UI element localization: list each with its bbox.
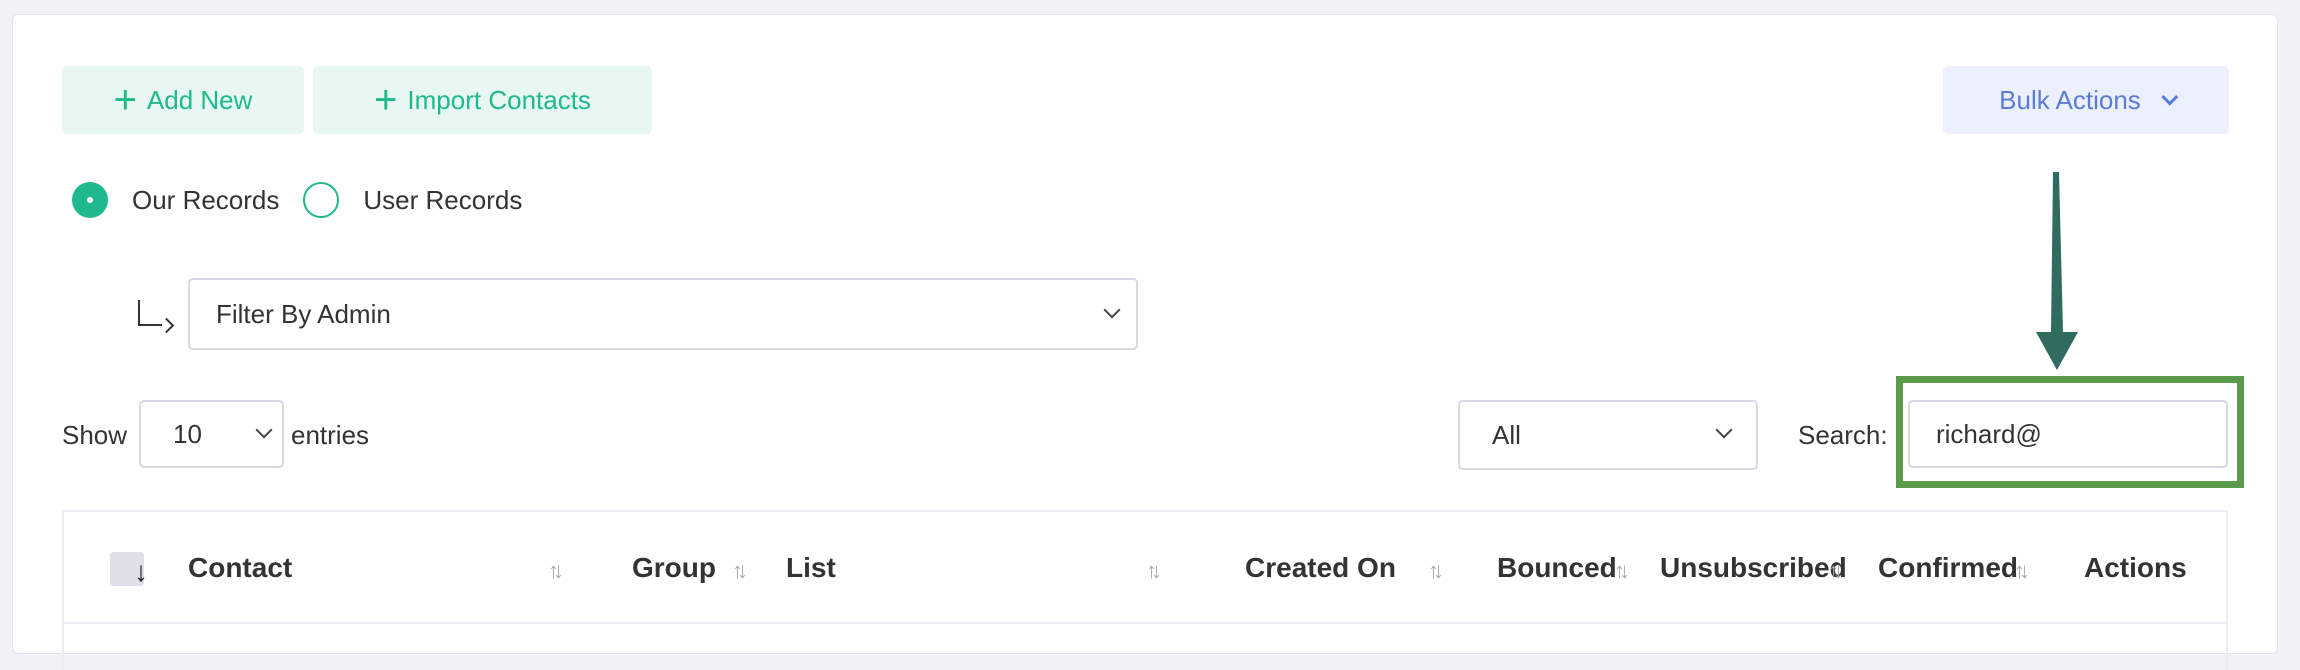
status-filter-value: All bbox=[1492, 419, 1521, 450]
sort-down-icon: ↓ bbox=[134, 556, 148, 587]
chevron-down-icon bbox=[1103, 301, 1121, 319]
chevron-down-icon bbox=[1715, 421, 1733, 439]
sort-icon[interactable]: ↑↓ bbox=[732, 558, 748, 584]
sort-icon[interactable]: ↑↓ bbox=[548, 558, 564, 584]
chevron-down-icon bbox=[255, 421, 273, 439]
bulk-actions-label: Bulk Actions bbox=[1999, 84, 2141, 115]
sort-icon[interactable]: ↑↓ bbox=[1828, 558, 1844, 584]
status-filter-select[interactable]: All bbox=[1458, 400, 1758, 470]
radio-user-records-label: User Records bbox=[363, 184, 523, 215]
entries-per-page-select[interactable]: 10 bbox=[139, 400, 284, 468]
column-header-actions: Actions bbox=[2084, 552, 2187, 583]
plus-icon: + bbox=[113, 78, 137, 122]
entries-per-page-value: 10 bbox=[173, 418, 202, 449]
chevron-down-icon bbox=[2161, 88, 2179, 106]
table-header-divider bbox=[62, 622, 2228, 624]
annotation-arrow-icon bbox=[2036, 172, 2078, 370]
search-highlight-box bbox=[1896, 376, 2244, 488]
plus-icon: + bbox=[374, 78, 398, 122]
column-header-confirmed[interactable]: Confirmed bbox=[1878, 552, 2018, 584]
radio-user-records[interactable] bbox=[303, 182, 340, 218]
radio-our-records[interactable] bbox=[72, 182, 108, 218]
column-header-created-on[interactable]: Created On bbox=[1245, 552, 1396, 584]
import-contacts-button[interactable]: + Import Contacts bbox=[313, 66, 652, 134]
sort-icon[interactable]: ↑↓ bbox=[2014, 558, 2030, 584]
import-contacts-label: Import Contacts bbox=[407, 84, 591, 115]
add-new-button[interactable]: + Add New bbox=[62, 66, 304, 134]
contacts-table bbox=[62, 510, 2228, 670]
sort-icon[interactable]: ↑↓ bbox=[1428, 558, 1444, 584]
column-header-group[interactable]: Group bbox=[632, 552, 716, 584]
bulk-actions-button[interactable]: Bulk Actions bbox=[1943, 66, 2229, 134]
radio-our-records-label: Our Records bbox=[132, 184, 280, 215]
column-header-list[interactable]: List bbox=[786, 552, 836, 584]
sort-icon[interactable]: ↑↓ bbox=[1614, 558, 1630, 584]
add-new-label: Add New bbox=[146, 84, 253, 115]
column-header-contact[interactable]: Contact bbox=[188, 552, 292, 584]
record-type-radio-group: Our Records User Records bbox=[72, 182, 522, 218]
column-header-bounced[interactable]: Bounced bbox=[1497, 552, 1617, 584]
search-label: Search: bbox=[1798, 420, 1888, 450]
sub-filter-arrow-icon bbox=[138, 300, 162, 326]
column-header-unsubscribed[interactable]: Unsubscribed bbox=[1660, 552, 1847, 584]
sort-icon[interactable]: ↑↓ bbox=[1146, 558, 1162, 584]
filter-by-admin-select[interactable]: Filter By Admin bbox=[188, 278, 1138, 350]
entries-label: entries bbox=[291, 420, 370, 450]
show-label: Show bbox=[62, 420, 128, 450]
filter-by-admin-value: Filter By Admin bbox=[216, 298, 391, 329]
